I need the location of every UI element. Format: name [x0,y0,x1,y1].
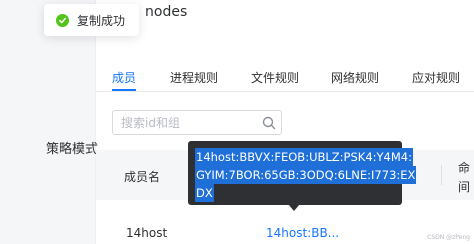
search-input[interactable] [121,114,256,132]
page-title: nodes [145,4,188,20]
tab-response-rules[interactable]: 应对规则 [412,69,460,86]
check-circle-icon [56,13,69,27]
success-toast: 复制成功 [44,4,139,36]
toast-message: 复制成功 [77,13,126,28]
table-cell-member-name: 14host [126,226,168,240]
active-tab-indicator [112,89,136,91]
sidebar-item-policy-mode[interactable]: 策略模式 [46,138,98,157]
column-divider [441,165,442,185]
search-icon[interactable] [261,115,277,131]
search-box [112,110,282,135]
column-header-member-name: 成员名 [124,170,161,184]
table-cell-member-id-link[interactable]: 14host:BB... [266,226,339,240]
tooltip-line-1[interactable]: 14host:BBVX:FEOB:UBLZ:PSK4:Y4M4: [195,148,413,166]
tooltip-line-3[interactable]: DX [195,184,214,202]
tooltip-line-2[interactable]: GYIM:7BOR:65GB:3ODQ:6LNE:I773:EX [195,166,417,184]
tab-network-rules[interactable]: 网络规则 [331,69,379,86]
tab-process-rules[interactable]: 进程规则 [170,69,218,86]
watermark: CSDN @zPeng [427,234,470,241]
tooltip-arrow [288,204,300,211]
sidebar: 策略模式 [0,0,98,244]
column-header-partial-2: 间 [458,180,471,194]
column-header-partial-1: 命 [458,161,471,175]
tab-members[interactable]: 成员 [112,69,136,86]
tab-file-rules[interactable]: 文件规则 [251,69,299,86]
